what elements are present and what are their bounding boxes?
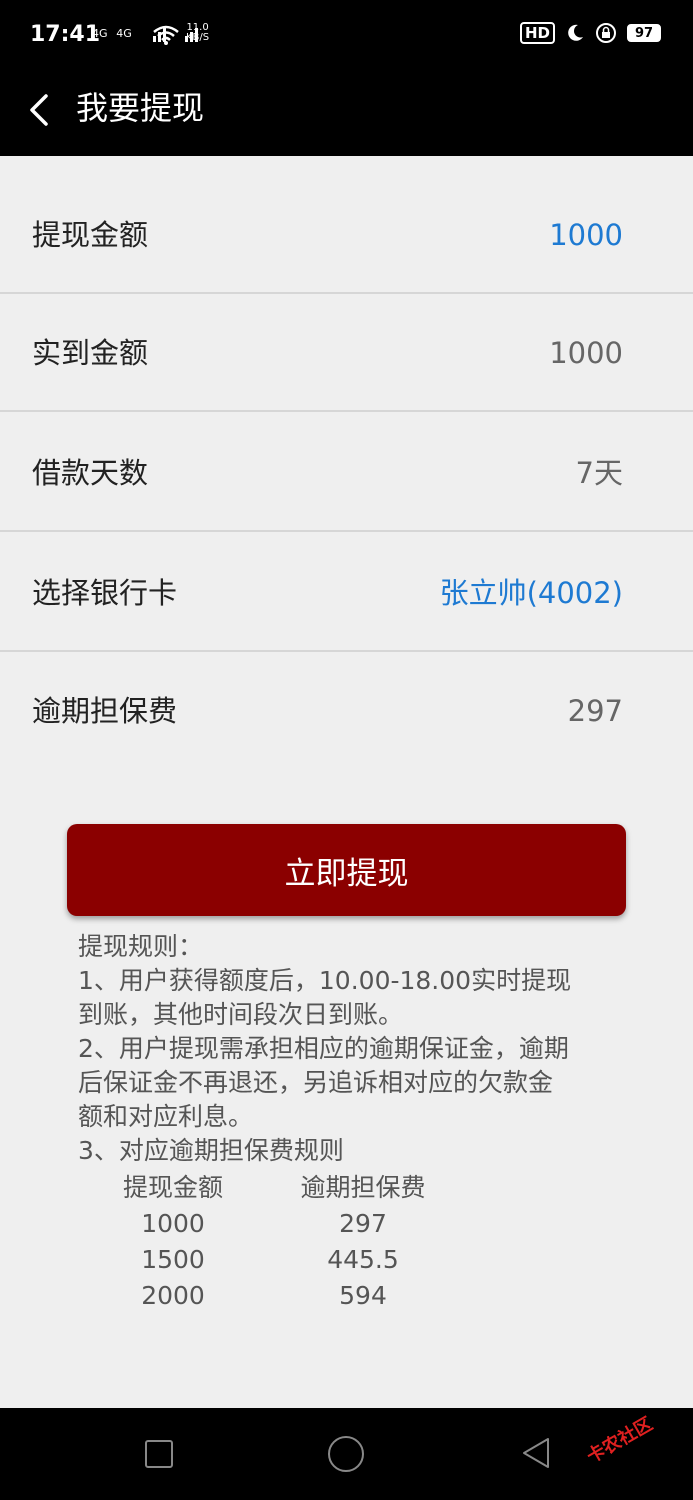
rotation-lock-icon: [596, 23, 616, 43]
row-loan-days: 借款天数 7天: [0, 414, 693, 532]
hd-icon: HD: [519, 22, 555, 44]
loan-days-label: 借款天数: [32, 456, 149, 490]
status-bar: 17:41 4G 4G 11.0 KB/S HD 97: [0, 0, 693, 72]
guarantee-fee-value: 297: [567, 694, 623, 728]
table-row: 1000 297: [78, 1206, 618, 1242]
status-icons: HD 97: [519, 22, 661, 44]
guarantee-fee-table: 提现金额 逾期担保费 1000 297 1500 445.5 2000 594: [78, 1170, 618, 1314]
rules-line: 1、用户获得额度后，10.00-18.00实时提现: [78, 966, 572, 995]
rules-line: 到账，其他时间段次日到账。: [78, 1000, 404, 1029]
received-amount-value: 1000: [549, 336, 623, 370]
network-label: 4G 4G: [92, 27, 132, 40]
rules-line: 2、用户提现需承担相应的逾期保证金，逾期: [78, 1034, 569, 1063]
back-arrow-icon[interactable]: [26, 90, 54, 130]
row-select-bank-card[interactable]: 选择银行卡 张立帅(4002): [0, 534, 693, 652]
wifi-icon: [153, 25, 179, 45]
status-time: 17:41: [30, 22, 101, 47]
bank-card-value[interactable]: 张立帅(4002): [440, 534, 623, 652]
battery-level: 97: [634, 25, 654, 41]
network-speed: 11.0 KB/S: [186, 23, 209, 43]
rules-line: 3、对应逾期担保费规则: [78, 1136, 344, 1165]
table-cell: 594: [339, 1281, 387, 1310]
app-header: 我要提现: [0, 72, 693, 156]
row-withdraw-amount[interactable]: 提现金额 1000: [0, 176, 693, 294]
table-row: 2000 594: [78, 1278, 618, 1314]
table-cell: 445.5: [327, 1245, 399, 1274]
guarantee-fee-label: 逾期担保费: [32, 694, 178, 728]
rules-title: 提现规则：: [78, 932, 204, 961]
table-cell: 2000: [141, 1281, 205, 1310]
table-row: 1500 445.5: [78, 1242, 618, 1278]
home-icon[interactable]: [328, 1436, 364, 1472]
table-header-row: 提现金额 逾期担保费: [78, 1170, 618, 1206]
withdraw-rules: 提现规则： 1、用户获得额度后，10.00-18.00实时提现 到账，其他时间段…: [78, 930, 618, 1314]
rules-line: 后保证金不再退还，另追诉相对应的欠款金: [78, 1068, 554, 1097]
table-cell: 1000: [141, 1209, 205, 1238]
recent-apps-icon[interactable]: [145, 1440, 173, 1468]
nav-back-icon[interactable]: [520, 1436, 552, 1470]
page-title: 我要提现: [76, 89, 205, 127]
moon-icon: [568, 24, 583, 41]
received-amount-label: 实到金额: [32, 336, 149, 370]
table-header: 提现金额: [122, 1173, 223, 1202]
table-cell: 1500: [141, 1245, 205, 1274]
bank-card-label: 选择银行卡: [32, 576, 178, 610]
withdraw-amount-label: 提现金额: [32, 218, 149, 252]
battery-icon: 97: [627, 24, 661, 42]
table-header: 逾期担保费: [300, 1173, 426, 1202]
rules-line: 额和对应利息。: [78, 1102, 254, 1131]
loan-days-value: 7天: [575, 456, 623, 490]
table-cell: 297: [339, 1209, 387, 1238]
withdraw-amount-value[interactable]: 1000: [549, 176, 623, 294]
row-received-amount: 实到金额 1000: [0, 294, 693, 412]
row-overdue-guarantee-fee: 逾期担保费 297: [0, 652, 693, 770]
speed-unit: KB/S: [186, 32, 210, 43]
withdraw-now-button[interactable]: 立即提现: [67, 824, 626, 916]
